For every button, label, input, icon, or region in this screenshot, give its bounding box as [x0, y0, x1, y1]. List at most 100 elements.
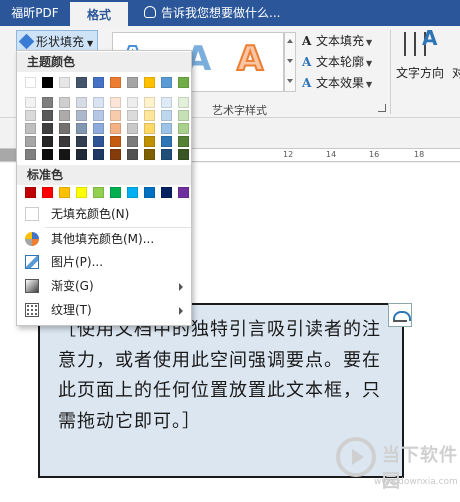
theme-color-swatch[interactable]: [76, 110, 87, 121]
theme-color-swatch[interactable]: [144, 123, 155, 134]
theme-color-swatch[interactable]: [110, 110, 121, 121]
theme-color-swatch[interactable]: [178, 97, 189, 108]
theme-color-swatch[interactable]: [144, 149, 155, 160]
paint-bucket-icon: [18, 33, 35, 50]
text-outline-button[interactable]: A 文本轮廓 ▼: [302, 53, 372, 71]
theme-color-swatch[interactable]: [42, 77, 53, 88]
text-effects-icon: A: [302, 76, 312, 90]
theme-color-swatch[interactable]: [127, 123, 138, 134]
standard-color-swatch[interactable]: [59, 187, 70, 198]
theme-color-swatch[interactable]: [110, 97, 121, 108]
theme-color-swatch[interactable]: [76, 136, 87, 147]
tell-me-text: 告诉我您想要做什么...: [161, 6, 281, 20]
more-colors-item[interactable]: 其他填充颜色(M)...: [17, 228, 191, 250]
theme-color-swatch[interactable]: [178, 110, 189, 121]
theme-color-swatch[interactable]: [25, 149, 36, 160]
standard-color-swatch[interactable]: [25, 187, 36, 198]
standard-color-swatch[interactable]: [127, 187, 138, 198]
theme-color-swatch[interactable]: [127, 97, 138, 108]
theme-color-swatch[interactable]: [25, 110, 36, 121]
no-fill-item[interactable]: 无填充颜色(N): [17, 203, 191, 225]
theme-color-swatch[interactable]: [42, 97, 53, 108]
scroll-up-icon[interactable]: [287, 39, 293, 43]
standard-color-swatch[interactable]: [76, 187, 87, 198]
theme-color-swatch[interactable]: [161, 97, 172, 108]
theme-color-swatch[interactable]: [161, 149, 172, 160]
text-outline-label: 文本轮廓: [316, 55, 365, 69]
theme-color-swatch[interactable]: [59, 149, 70, 160]
theme-color-swatch[interactable]: [42, 136, 53, 147]
theme-color-swatch[interactable]: [42, 123, 53, 134]
theme-color-swatch[interactable]: [93, 97, 104, 108]
standard-color-swatch[interactable]: [178, 187, 189, 198]
theme-color-swatch[interactable]: [161, 123, 172, 134]
theme-color-swatch[interactable]: [144, 97, 155, 108]
watermark-logo: 当下软件园 www.downxia.com: [320, 435, 460, 501]
standard-color-swatch[interactable]: [93, 187, 104, 198]
shape-fill-button[interactable]: 形状填充 ▼: [16, 30, 99, 52]
theme-color-swatch[interactable]: [59, 77, 70, 88]
gradient-item[interactable]: 渐变(G): [17, 275, 191, 297]
theme-color-swatch[interactable]: [93, 136, 104, 147]
tab-foxit-pdf[interactable]: 福昕PDF: [0, 0, 70, 26]
gallery-more-icon[interactable]: [287, 79, 293, 83]
layout-options-icon[interactable]: [388, 303, 412, 327]
wordart-style-3[interactable]: A: [236, 38, 264, 80]
align-text-label[interactable]: 对: [452, 64, 460, 81]
theme-color-swatch[interactable]: [76, 149, 87, 160]
theme-color-swatch[interactable]: [127, 110, 138, 121]
theme-color-swatch[interactable]: [93, 110, 104, 121]
standard-color-swatch[interactable]: [110, 187, 121, 198]
theme-color-swatch[interactable]: [110, 136, 121, 147]
theme-color-swatch[interactable]: [127, 149, 138, 160]
theme-color-swatch[interactable]: [93, 123, 104, 134]
theme-color-swatch[interactable]: [25, 136, 36, 147]
theme-color-swatch[interactable]: [76, 77, 87, 88]
tell-me-search[interactable]: 告诉我您想要做什么...: [144, 0, 280, 26]
text-fill-icon: A: [302, 34, 312, 48]
scroll-down-icon[interactable]: [287, 59, 293, 63]
theme-color-swatch[interactable]: [110, 123, 121, 134]
theme-color-swatch[interactable]: [110, 77, 121, 88]
tab-format[interactable]: 格式: [70, 0, 128, 26]
text-direction-button[interactable]: A 文字方向: [396, 26, 448, 88]
theme-color-swatch[interactable]: [110, 149, 121, 160]
theme-color-swatch[interactable]: [144, 110, 155, 121]
theme-color-swatch[interactable]: [127, 77, 138, 88]
ruler-tick: 14: [326, 150, 337, 159]
theme-color-swatch[interactable]: [25, 123, 36, 134]
theme-color-swatch[interactable]: [25, 77, 36, 88]
theme-color-swatch[interactable]: [144, 77, 155, 88]
textbox-text[interactable]: ［使用文档中的独特引言吸引读者的注意力，或者使用此空间强调要点。要在此页面上的任…: [58, 315, 388, 437]
theme-color-swatch[interactable]: [42, 110, 53, 121]
theme-color-swatch[interactable]: [178, 136, 189, 147]
theme-color-swatch[interactable]: [178, 123, 189, 134]
theme-color-swatch[interactable]: [59, 136, 70, 147]
theme-color-swatch[interactable]: [144, 136, 155, 147]
standard-color-swatch[interactable]: [144, 187, 155, 198]
text-fill-button[interactable]: A 文本填充 ▼: [302, 32, 372, 50]
theme-color-swatch[interactable]: [93, 149, 104, 160]
theme-color-swatch[interactable]: [76, 123, 87, 134]
theme-color-swatch[interactable]: [127, 136, 138, 147]
theme-color-swatch[interactable]: [42, 149, 53, 160]
theme-color-swatch[interactable]: [59, 97, 70, 108]
theme-color-swatch[interactable]: [178, 77, 189, 88]
theme-color-swatch[interactable]: [93, 77, 104, 88]
theme-color-swatch[interactable]: [25, 97, 36, 108]
theme-color-swatch[interactable]: [59, 123, 70, 134]
text-effects-button[interactable]: A 文本效果 ▼: [302, 74, 372, 92]
chevron-down-icon: ▼: [366, 80, 373, 89]
theme-color-swatch[interactable]: [161, 77, 172, 88]
theme-color-swatch[interactable]: [59, 110, 70, 121]
standard-color-swatch[interactable]: [42, 187, 53, 198]
theme-color-swatch[interactable]: [178, 149, 189, 160]
standard-color-swatch[interactable]: [161, 187, 172, 198]
gallery-scrollbar[interactable]: [284, 32, 296, 92]
theme-color-swatch[interactable]: [76, 97, 87, 108]
texture-item[interactable]: 纹理(T): [17, 299, 191, 321]
theme-color-swatch[interactable]: [161, 136, 172, 147]
dialog-launcher-icon[interactable]: [378, 104, 386, 112]
picture-item[interactable]: 图片(P)...: [17, 251, 191, 273]
theme-color-swatch[interactable]: [161, 110, 172, 121]
